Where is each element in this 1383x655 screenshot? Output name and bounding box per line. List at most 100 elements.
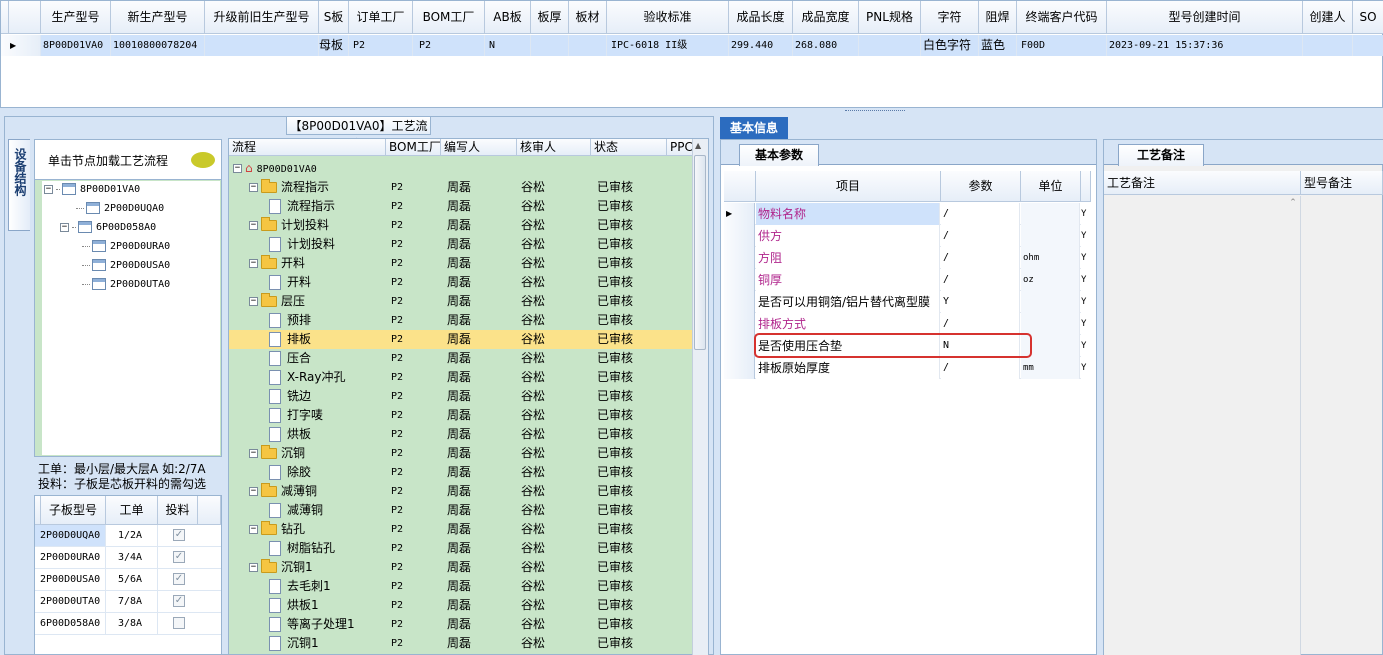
cell-process-name[interactable]: 等离子处理1 bbox=[269, 615, 355, 634]
tree-root-row[interactable]: − ⌂ 8P00D01VA0 bbox=[229, 159, 693, 178]
cell-process-name[interactable]: 树脂钻孔 bbox=[269, 539, 335, 558]
process-step-row[interactable]: 减薄铜 P2 周磊 谷松 已审核 bbox=[229, 501, 693, 520]
collapse-icon[interactable]: − bbox=[249, 259, 258, 268]
col-header[interactable]: 项目 bbox=[756, 171, 941, 202]
cell-status[interactable]: 已审核 bbox=[597, 406, 633, 425]
param-row[interactable]: 铜厚 / oz Y bbox=[724, 269, 1090, 291]
process-step-row[interactable]: 树脂钻孔 P2 周磊 谷松 已审核 bbox=[229, 539, 693, 558]
cell-bom-factory[interactable]: P2 bbox=[391, 254, 403, 273]
process-step-row[interactable]: 排板 P2 周磊 谷松 已审核 bbox=[229, 330, 693, 349]
cell-process-name[interactable]: 打字唛 bbox=[269, 406, 323, 425]
collapse-icon[interactable]: − bbox=[249, 183, 258, 192]
cell-status[interactable]: 已审核 bbox=[597, 292, 633, 311]
cell-process-name[interactable]: 烘板 bbox=[269, 425, 311, 444]
cell-writer[interactable]: 周磊 bbox=[447, 577, 471, 596]
root-node[interactable]: − ⌂ 8P00D01VA0 bbox=[233, 159, 317, 179]
horizontal-splitter[interactable] bbox=[0, 108, 1383, 116]
row-indicator[interactable]: ▶ bbox=[1, 35, 41, 56]
cell-item[interactable]: 铜厚 bbox=[756, 269, 940, 291]
process-step-row[interactable]: 预排 P2 周磊 谷松 已审核 bbox=[229, 311, 693, 330]
cell-bom-factory[interactable]: P2 bbox=[391, 501, 403, 520]
cell-created[interactable]: 2023-09-21 15:37:36 bbox=[1107, 35, 1303, 56]
cell-length[interactable]: 299.440 bbox=[729, 35, 793, 56]
cell-flag[interactable]: Y bbox=[1081, 225, 1090, 247]
tree-node[interactable]: − 8P00D01VA0 bbox=[44, 181, 140, 199]
collapse-icon[interactable]: − bbox=[249, 487, 258, 496]
cell-item[interactable]: 是否可以用铜箔/铝片替代离型膜 bbox=[756, 291, 940, 313]
process-step-row[interactable]: 计划投料 P2 周磊 谷松 已审核 bbox=[229, 235, 693, 254]
cell-bom-factory[interactable]: P2 bbox=[391, 539, 403, 558]
cell-process-name[interactable]: 流程指示 bbox=[269, 197, 335, 216]
cell-writer[interactable]: 周磊 bbox=[447, 501, 471, 520]
tree-node[interactable]: − 6P00D058A0 bbox=[60, 219, 156, 237]
param-row[interactable]: 是否可以用铜箔/铝片替代离型膜 Y Y bbox=[724, 291, 1090, 313]
cell-flag[interactable]: Y bbox=[1081, 335, 1090, 357]
cell-status[interactable]: 已审核 bbox=[597, 178, 633, 197]
cell-checker[interactable]: 谷松 bbox=[521, 292, 545, 311]
cell-status[interactable]: 已审核 bbox=[597, 501, 633, 520]
cell-writer[interactable]: 周磊 bbox=[447, 482, 471, 501]
col-header[interactable]: 板厚 bbox=[531, 1, 569, 34]
cell-process-name[interactable]: 除胶 bbox=[269, 463, 311, 482]
cell-status[interactable]: 已审核 bbox=[597, 615, 633, 634]
cell-writer[interactable]: 周磊 bbox=[447, 596, 471, 615]
row-indicator[interactable] bbox=[724, 247, 755, 269]
cell-status[interactable]: 已审核 bbox=[597, 216, 633, 235]
tab-basic-info[interactable]: 基本信息 bbox=[720, 117, 788, 139]
scroll-up-icon[interactable]: ▲ bbox=[695, 141, 701, 150]
cell-new-model[interactable]: 10010800078204 bbox=[111, 35, 205, 56]
cell-writer[interactable]: 周磊 bbox=[447, 178, 471, 197]
cell-process-name[interactable]: X-Ray冲孔 bbox=[269, 368, 345, 387]
cell-material[interactable] bbox=[569, 35, 607, 56]
cell-process-name[interactable]: − 层压 bbox=[249, 292, 305, 311]
process-step-row[interactable]: 去毛刺1 P2 周磊 谷松 已审核 bbox=[229, 577, 693, 596]
process-step-row[interactable]: 烘板 P2 周磊 谷松 已审核 bbox=[229, 425, 693, 444]
col-header[interactable]: 终端客户代码 bbox=[1017, 1, 1107, 34]
param-row[interactable]: 排板方式 / Y bbox=[724, 313, 1090, 335]
cell-bom-factory[interactable]: P2 bbox=[391, 558, 403, 577]
col-header[interactable]: SO bbox=[1353, 1, 1383, 34]
process-group-row[interactable]: − 流程指示 P2 周磊 谷松 已审核 bbox=[229, 178, 693, 197]
cell-writer[interactable]: 周磊 bbox=[447, 520, 471, 539]
cell-process-name[interactable]: 开料 bbox=[269, 273, 311, 292]
cell-value[interactable]: / bbox=[941, 269, 1020, 291]
collapse-icon[interactable]: − bbox=[249, 297, 258, 306]
row-indicator[interactable] bbox=[724, 335, 755, 357]
row-indicator[interactable] bbox=[724, 313, 755, 335]
cell-flag[interactable]: Y bbox=[1081, 269, 1090, 291]
comment-bubble-icon[interactable] bbox=[191, 152, 215, 168]
cell-bom-factory[interactable]: P2 bbox=[391, 444, 403, 463]
cell-status[interactable]: 已审核 bbox=[597, 311, 633, 330]
cell-flag[interactable]: Y bbox=[1081, 313, 1090, 335]
cell-standard[interactable]: IPC-6018 II级 bbox=[607, 35, 729, 56]
tree-node[interactable]: 2P00D0UQA0 bbox=[76, 200, 164, 218]
cell-checker[interactable]: 谷松 bbox=[521, 615, 545, 634]
cell-flag[interactable]: Y bbox=[1081, 291, 1090, 313]
cell-bom-factory[interactable]: P2 bbox=[391, 197, 403, 216]
cell-bom-factory[interactable]: P2 bbox=[391, 615, 403, 634]
col-header[interactable]: 创建人 bbox=[1303, 1, 1353, 34]
cell-writer[interactable]: 周磊 bbox=[447, 406, 471, 425]
feed-checkbox[interactable]: ✓ bbox=[173, 573, 185, 585]
cell-writer[interactable]: 周磊 bbox=[447, 254, 471, 273]
cell-checker[interactable]: 谷松 bbox=[521, 178, 545, 197]
cell-order[interactable]: 5/6A bbox=[106, 569, 158, 590]
cell-process-name[interactable]: 铣边 bbox=[269, 387, 311, 406]
cell-writer[interactable]: 周磊 bbox=[447, 615, 471, 634]
cell-unit[interactable] bbox=[1021, 291, 1080, 313]
cell-checker[interactable]: 谷松 bbox=[521, 520, 545, 539]
cell-item[interactable]: 排板原始厚度 bbox=[756, 357, 940, 379]
process-step-row[interactable]: 开料 P2 周磊 谷松 已审核 bbox=[229, 273, 693, 292]
process-step-row[interactable]: 烘板1 P2 周磊 谷松 已审核 bbox=[229, 596, 693, 615]
cell-checker[interactable]: 谷松 bbox=[521, 596, 545, 615]
side-tab-structure[interactable]: 设备结构 bbox=[8, 139, 30, 231]
cell-status[interactable]: 已审核 bbox=[597, 482, 633, 501]
scrollbar-thumb[interactable] bbox=[694, 155, 706, 350]
collapse-icon[interactable]: − bbox=[249, 449, 258, 458]
param-row[interactable]: ▶ 物料名称 / Y bbox=[724, 203, 1090, 225]
cell-writer[interactable]: 周磊 bbox=[447, 349, 471, 368]
param-row[interactable]: 排板原始厚度 / mm Y bbox=[724, 357, 1090, 379]
cell-sub-model[interactable]: 2P00D0USA0 bbox=[35, 569, 106, 590]
cell-item[interactable]: 排板方式 bbox=[756, 313, 940, 335]
col-header[interactable]: 工艺备注 bbox=[1104, 171, 1301, 195]
